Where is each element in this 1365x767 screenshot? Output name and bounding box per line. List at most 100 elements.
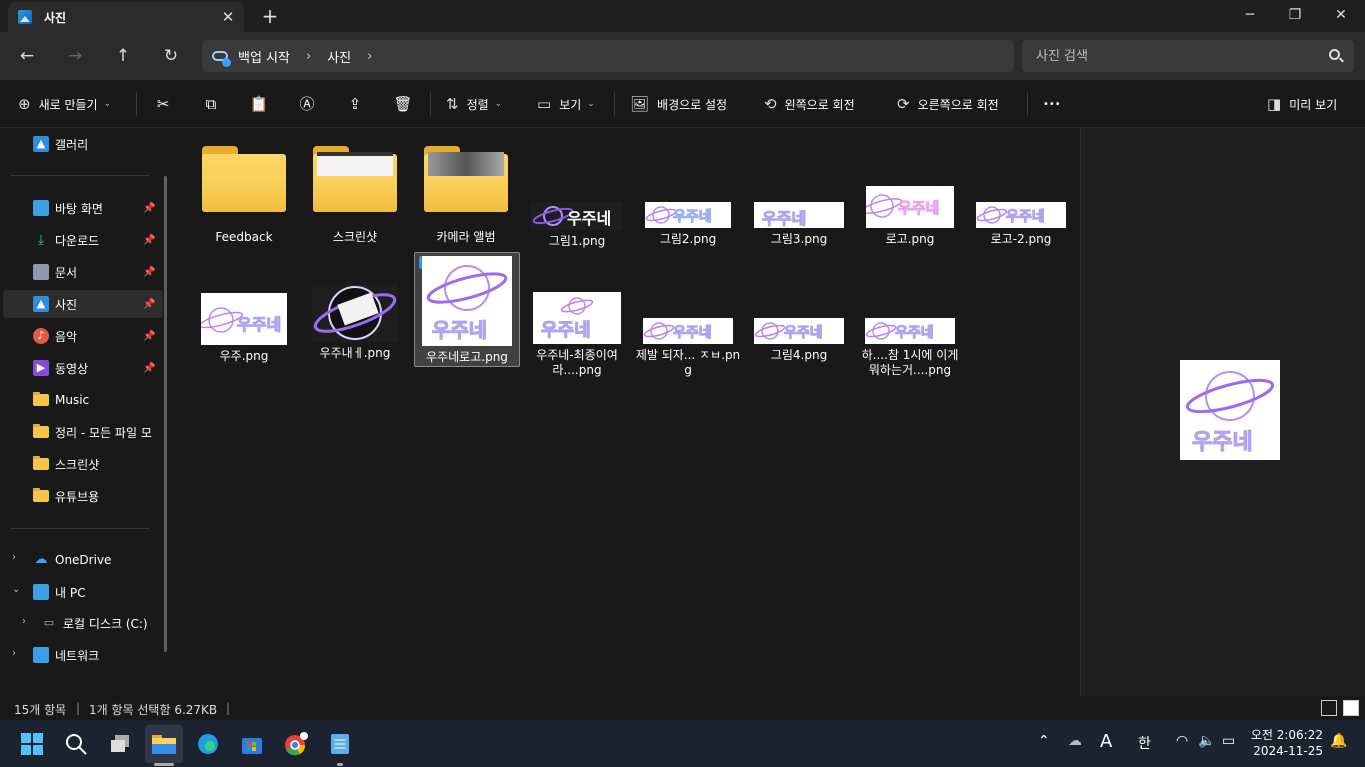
logo-word: 우주네	[567, 209, 612, 228]
new-tab-button[interactable]: +	[258, 4, 282, 28]
share-icon[interactable]: ⇪	[343, 92, 367, 116]
divider	[614, 92, 615, 116]
tab-photos[interactable]: 사진 ✕	[8, 2, 244, 32]
sidebar-item-this-pc[interactable]: 내 PC	[3, 578, 163, 606]
sidebar-item-network[interactable]: 네트워크	[3, 641, 163, 669]
sidebar-item-desktop[interactable]: 바탕 화면 📌	[3, 194, 163, 222]
pin-icon: 📌	[143, 234, 156, 246]
rotate-right-button[interactable]: ⟳ 오른쪽으로 회전	[897, 92, 999, 116]
ime-mode-indicator[interactable]: A	[1100, 731, 1112, 752]
sidebar-item-label: 네트워크	[55, 648, 100, 663]
forward-button[interactable]: →	[61, 42, 89, 70]
folder-item[interactable]: 스크린샷	[302, 146, 408, 245]
file-item[interactable]: 우주네 하....참 1시에 이게 뭐하는거....png	[857, 288, 963, 378]
maximize-button[interactable]: ❐	[1272, 0, 1318, 30]
store-taskbar-button[interactable]	[233, 725, 271, 763]
set-background-button[interactable]: 🖼 배경으로 설정	[630, 92, 727, 116]
task-view-button[interactable]	[101, 725, 139, 763]
image-thumbnail: 우주네	[865, 318, 955, 344]
start-button[interactable]	[13, 725, 51, 763]
sidebar-item-videos[interactable]: ▶ 동영상 📌	[3, 354, 163, 382]
file-item[interactable]: 우주네 그림1.png	[524, 146, 630, 249]
show-hidden-icons-button[interactable]: ⌃	[1038, 733, 1050, 749]
close-window-button[interactable]: ✕	[1318, 0, 1364, 30]
wifi-icon[interactable]: ◠	[1176, 733, 1188, 749]
breadcrumb-separator[interactable]: ›	[306, 49, 311, 64]
clock[interactable]: 오전 2:06:22 2024-11-25	[1251, 727, 1323, 759]
file-item[interactable]: 우주네 우주.png	[191, 288, 297, 364]
file-item[interactable]: 우주네 제발 되자... ㅈㅂ.png	[635, 288, 741, 378]
notification-bell-icon[interactable]: 🔔	[1330, 733, 1347, 749]
breadcrumb-photos[interactable]: 사진	[327, 47, 351, 66]
file-item[interactable]: 우주네 그림3.png	[746, 146, 852, 247]
notepad-taskbar-button[interactable]	[321, 725, 359, 763]
back-button[interactable]: ←	[13, 42, 41, 70]
download-icon: ⤓	[37, 232, 45, 248]
sidebar-scrollbar[interactable]	[164, 176, 167, 652]
battery-icon[interactable]: ▭	[1222, 733, 1235, 749]
refresh-button[interactable]: ↻	[157, 42, 185, 70]
image-thumbnail: 우주네	[201, 293, 287, 345]
file-item[interactable]: 우주네 그림4.png	[746, 288, 852, 363]
folder-item[interactable]: 카메라 앨범	[413, 146, 519, 245]
sidebar-item-pictures[interactable]: ▲ 사진 📌	[3, 290, 163, 318]
sidebar-item-folder[interactable]: 정리 - 모든 파일 모	[3, 418, 163, 446]
store-icon	[242, 738, 262, 754]
up-button[interactable]: ↑	[109, 42, 137, 70]
file-item-selected[interactable]: ✓ 우주네 우주네로고.png	[414, 252, 520, 367]
file-explorer-taskbar-button[interactable]	[145, 725, 183, 763]
file-name: 로고.png	[885, 232, 935, 246]
chrome-taskbar-button[interactable]	[277, 725, 315, 763]
document-icon	[33, 264, 49, 280]
preview-pane-icon: ◨	[1267, 95, 1282, 113]
address-bar[interactable]: 백업 시작 › 사진 ›	[202, 40, 1014, 72]
search-taskbar-button[interactable]	[57, 725, 95, 763]
sidebar-item-label: 바탕 화면	[55, 201, 103, 216]
minimize-button[interactable]: ─	[1227, 0, 1273, 30]
file-name: 우주네로고.png	[426, 350, 508, 364]
file-name: 우주.png	[219, 349, 269, 363]
sidebar-item-folder[interactable]: 유튜브용	[3, 482, 163, 510]
sidebar-item-documents[interactable]: 문서 📌	[3, 258, 163, 286]
copy-icon[interactable]: ⧉	[199, 92, 223, 116]
sidebar-item-music[interactable]: ♪ 음악 📌	[3, 322, 163, 350]
file-name: Feedback	[215, 230, 273, 244]
search-box[interactable]	[1022, 40, 1354, 72]
search-icon[interactable]	[1329, 49, 1340, 60]
rename-icon[interactable]: Ⓐ	[295, 92, 319, 116]
volume-icon[interactable]: 🔈	[1198, 733, 1215, 749]
sidebar-item-folder[interactable]: Music	[3, 386, 163, 414]
large-icons-view-icon[interactable]	[1343, 700, 1359, 716]
details-view-icon[interactable]	[1321, 700, 1337, 716]
onedrive-offline-icon[interactable]: ☁	[1068, 733, 1082, 749]
title-bar: 사진 ✕ + ─ ❐ ✕	[0, 0, 1365, 32]
sidebar-item-onedrive[interactable]: ☁ OneDrive	[3, 546, 163, 574]
file-item[interactable]: 우주네 로고.png	[857, 146, 963, 247]
close-tab-icon[interactable]: ✕	[218, 7, 238, 27]
breadcrumb-backup[interactable]: 백업 시작	[238, 47, 290, 66]
edge-taskbar-button[interactable]	[189, 725, 227, 763]
file-item[interactable]: 우주내ㅔ.png	[302, 282, 408, 361]
korean-ime-indicator[interactable]: 한	[1138, 733, 1151, 753]
paste-icon[interactable]: 📋	[247, 92, 271, 116]
file-item[interactable]: 우주네 그림2.png	[635, 146, 741, 247]
sort-button[interactable]: ⇅ 정렬 ⌄	[446, 92, 502, 116]
sidebar-item-local-disk[interactable]: ▭ 로컬 디스크 (C:)	[3, 609, 163, 637]
preview-pane-button[interactable]: ◨ 미리 보기	[1267, 92, 1337, 116]
sidebar-item-gallery[interactable]: ▲ 갤러리	[3, 130, 163, 158]
file-item[interactable]: 우주네 우주네-최종이여라....png	[524, 288, 630, 378]
more-options-button[interactable]: •••	[1043, 92, 1061, 116]
clock-date: 2024-11-25	[1253, 744, 1323, 758]
logo-word: 우주네	[236, 315, 282, 335]
rotate-left-button[interactable]: ⟲ 왼쪽으로 회전	[764, 92, 855, 116]
folder-item[interactable]: Feedback	[191, 146, 297, 245]
sidebar-item-folder[interactable]: 스크린샷	[3, 450, 163, 478]
cut-icon[interactable]: ✂	[151, 92, 175, 116]
new-button[interactable]: ⊕ 새로 만들기 ⌄	[18, 92, 111, 116]
search-input[interactable]	[1036, 48, 1306, 64]
sidebar-item-downloads[interactable]: ⤓ 다운로드 📌	[3, 226, 163, 254]
view-button[interactable]: ▭ 보기 ⌄	[537, 92, 595, 116]
breadcrumb-separator[interactable]: ›	[367, 49, 372, 64]
file-item[interactable]: 우주네 로고-2.png	[968, 146, 1074, 247]
delete-icon[interactable]: 🗑	[391, 92, 415, 116]
